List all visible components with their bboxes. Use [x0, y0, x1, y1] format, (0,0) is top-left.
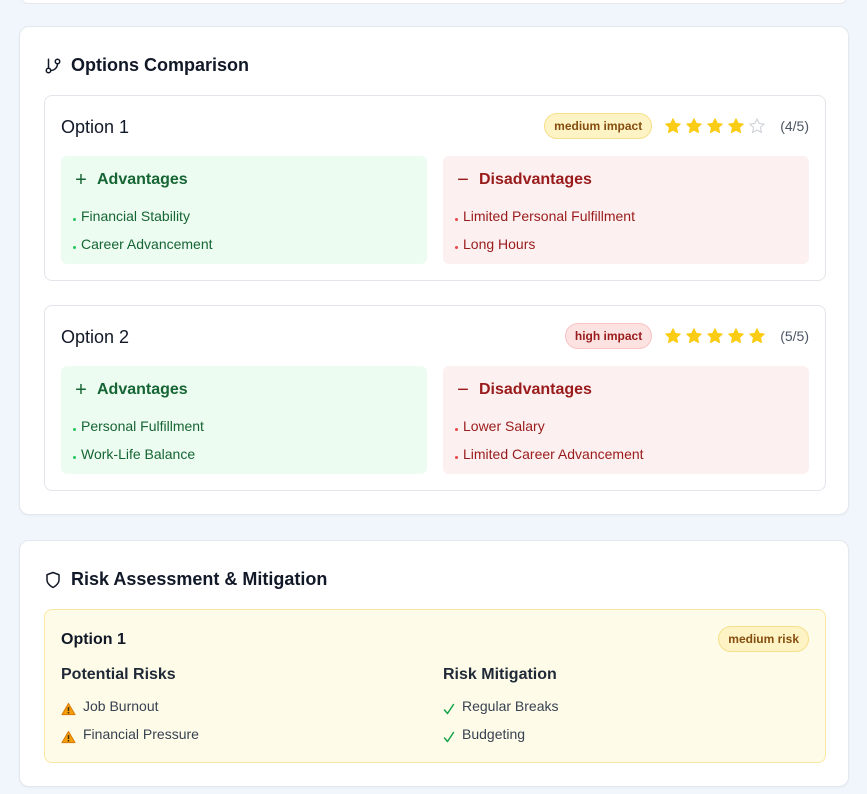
bullet-icon	[73, 217, 76, 221]
impact-badge: medium impact	[544, 113, 653, 139]
option-title: Option 1	[61, 117, 130, 137]
risk-mitigation-column: Risk Mitigation Regular Breaks Budgeting	[443, 666, 559, 748]
star-filled-icon	[748, 327, 766, 345]
list-item-text: Career Advancement	[81, 236, 213, 252]
bullet-icon	[73, 427, 76, 431]
mitigation-list: Regular Breaks Budgeting	[443, 692, 559, 748]
git-branch-icon	[44, 57, 62, 75]
check-icon	[443, 725, 455, 743]
option-card: Option 1 medium impact (4/5) + Advantage…	[44, 95, 826, 281]
advantages-header: + Advantages	[75, 379, 188, 401]
list-item-text: Work-Life Balance	[81, 446, 196, 462]
list-item-text: Lower Salary	[463, 418, 545, 434]
options-comparison-header: Options Comparison	[44, 55, 249, 76]
star-filled-icon	[727, 327, 745, 345]
list-item: Lower Salary	[455, 412, 644, 440]
rating-text: (4/5)	[780, 118, 809, 134]
plus-icon: +	[75, 169, 87, 191]
disadvantages-list: Lower Salary Limited Career Advancement	[455, 412, 644, 468]
risk-item-text: Financial Pressure	[83, 726, 199, 742]
mitigation-item: Regular Breaks	[443, 692, 559, 720]
advantages-pane: + Advantages Personal Fulfillment Work-L…	[61, 366, 427, 474]
minus-icon: −	[457, 169, 469, 191]
risk-mitigation-heading: Risk Mitigation	[443, 666, 557, 683]
risk-option-title: Option 1	[61, 631, 126, 648]
risk-option-box: Option 1 medium risk Potential Risks Job…	[44, 609, 826, 763]
star-filled-icon	[664, 117, 682, 135]
list-item-text: Financial Stability	[81, 208, 190, 224]
card-title: Options Comparison	[71, 55, 250, 75]
option-meta: medium impact (4/5)	[544, 113, 809, 139]
advantages-list: Personal Fulfillment Work-Life Balance	[73, 412, 204, 468]
risks-list: Job Burnout Financial Pressure	[61, 692, 199, 748]
list-item: Long Hours	[455, 230, 635, 258]
advantages-label: Advantages	[97, 171, 188, 188]
risk-item-text: Job Burnout	[83, 698, 159, 714]
star-filled-icon	[727, 117, 745, 135]
bullet-icon	[73, 245, 76, 249]
star-filled-icon	[706, 117, 724, 135]
mitigation-item: Budgeting	[443, 720, 559, 748]
list-item: Work-Life Balance	[73, 440, 204, 468]
plus-icon: +	[75, 379, 87, 401]
bullet-icon	[73, 455, 76, 459]
risk-badge-wrap: medium risk	[718, 626, 809, 652]
star-filled-icon	[664, 327, 682, 345]
list-item: Career Advancement	[73, 230, 213, 258]
option-card: Option 2 high impact (5/5) + Advantages …	[44, 305, 826, 491]
list-item: Limited Career Advancement	[455, 440, 644, 468]
bullet-icon	[455, 455, 458, 459]
advantages-header: + Advantages	[75, 169, 188, 191]
warning-icon	[61, 724, 76, 744]
disadvantages-header: − Disadvantages	[457, 169, 592, 191]
star-filled-icon	[685, 117, 703, 135]
card-title: Risk Assessment & Mitigation	[71, 569, 328, 589]
star-rating	[664, 327, 766, 345]
list-item-text: Personal Fulfillment	[81, 418, 204, 434]
advantages-pane: + Advantages Financial Stability Career …	[61, 156, 427, 264]
previous-card-edge	[19, 0, 849, 4]
disadvantages-list: Limited Personal Fulfillment Long Hours	[455, 202, 635, 258]
potential-risks-heading: Potential Risks	[61, 666, 176, 683]
disadvantages-pane: − Disadvantages Limited Personal Fulfill…	[443, 156, 809, 264]
disadvantages-label: Disadvantages	[479, 381, 592, 398]
star-rating	[664, 117, 766, 135]
star-filled-icon	[685, 327, 703, 345]
star-filled-icon	[706, 327, 724, 345]
list-item: Limited Personal Fulfillment	[455, 202, 635, 230]
rating-text: (5/5)	[780, 328, 809, 344]
options-comparison-card: Options Comparison Option 1 medium impac…	[19, 26, 849, 515]
disadvantages-pane: − Disadvantages Lower Salary Limited Car…	[443, 366, 809, 474]
shield-icon	[44, 571, 62, 589]
potential-risks-column: Potential Risks Job Burnout Financial Pr…	[61, 666, 199, 748]
disadvantages-label: Disadvantages	[479, 171, 592, 188]
impact-badge: high impact	[564, 323, 653, 349]
bullet-icon	[455, 427, 458, 431]
risk-item: Job Burnout	[61, 692, 199, 720]
disadvantages-header: − Disadvantages	[457, 379, 592, 401]
risk-assessment-header: Risk Assessment & Mitigation	[44, 569, 327, 590]
minus-icon: −	[457, 379, 469, 401]
risk-item: Financial Pressure	[61, 720, 199, 748]
advantages-label: Advantages	[97, 381, 188, 398]
star-empty-icon	[748, 117, 766, 135]
list-item: Financial Stability	[73, 202, 213, 230]
mitigation-item-text: Budgeting	[462, 726, 526, 742]
advantages-list: Financial Stability Career Advancement	[73, 202, 213, 258]
option-title: Option 2	[61, 327, 130, 347]
bullet-icon	[455, 245, 458, 249]
option-meta: high impact (5/5)	[564, 323, 809, 349]
list-item-text: Limited Personal Fulfillment	[463, 208, 635, 224]
bullet-icon	[455, 217, 458, 221]
risk-assessment-card: Risk Assessment & Mitigation Option 1 me…	[19, 540, 849, 787]
list-item-text: Limited Career Advancement	[463, 446, 644, 462]
check-icon	[443, 697, 455, 715]
warning-icon	[61, 696, 76, 716]
mitigation-item-text: Regular Breaks	[462, 698, 559, 714]
list-item-text: Long Hours	[463, 236, 536, 252]
risk-level-badge: medium risk	[718, 626, 809, 652]
list-item: Personal Fulfillment	[73, 412, 204, 440]
